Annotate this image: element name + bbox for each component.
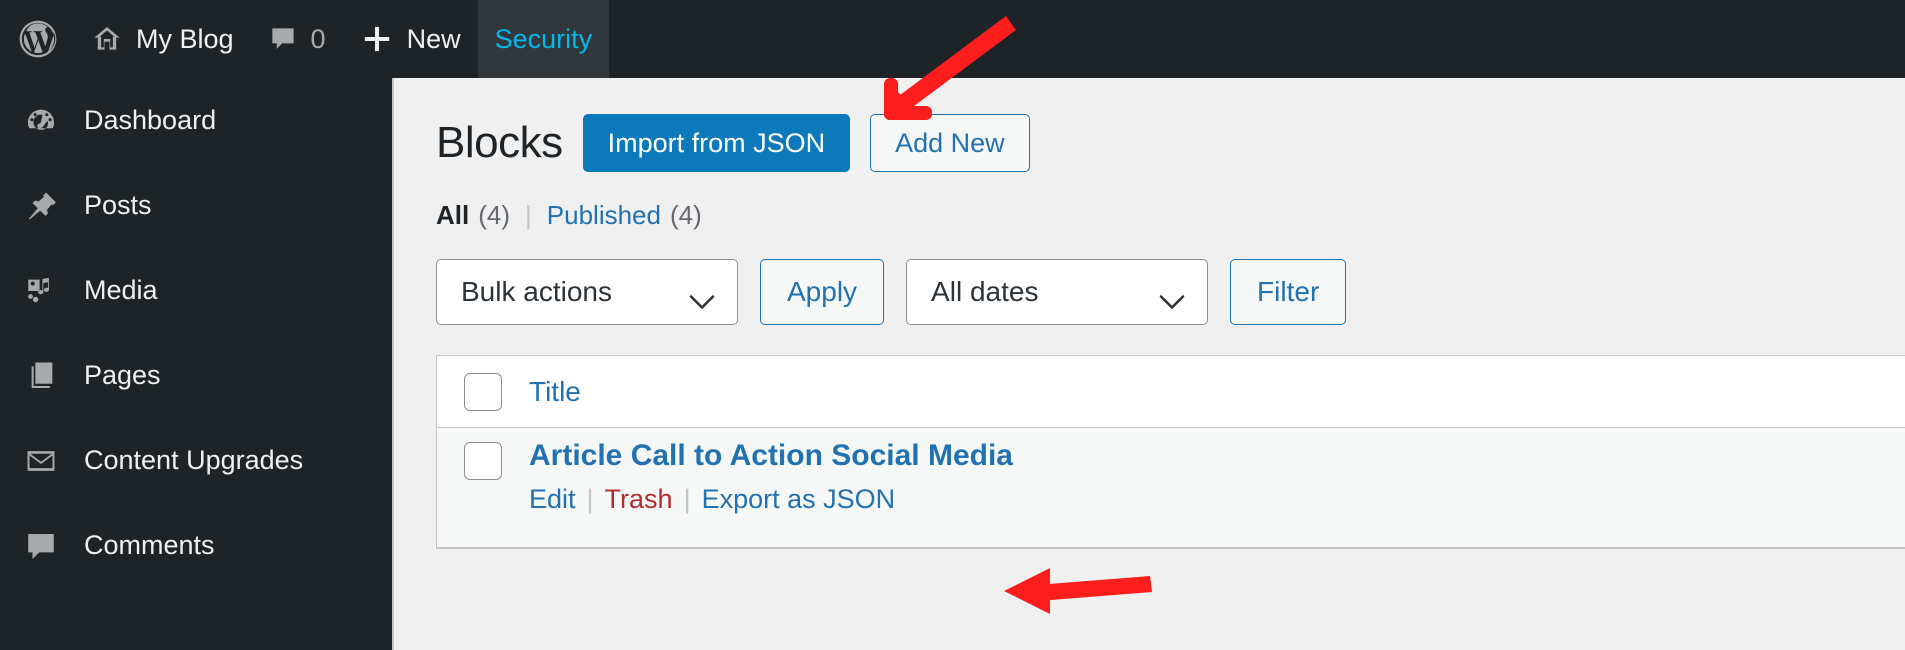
row-action-edit[interactable]: Edit (529, 484, 576, 515)
row-content: Article Call to Action Social Media Edit… (529, 438, 1905, 515)
table-row: Article Call to Action Social Media Edit… (437, 428, 1905, 548)
sidebar-item-pages[interactable]: Pages (0, 333, 392, 418)
site-name-menu[interactable]: My Blog (74, 0, 251, 78)
row-action-separator: | (586, 484, 594, 514)
sidebar-item-posts[interactable]: Posts (0, 163, 392, 248)
media-camera-music-icon (22, 274, 60, 308)
filter-link-published[interactable]: Published (547, 200, 661, 231)
select-all-cell (437, 372, 529, 411)
comments-menu[interactable]: 0 (251, 0, 343, 78)
comment-bubble-icon (22, 529, 60, 563)
column-header-title[interactable]: Title (529, 376, 581, 407)
wordpress-logo-button[interactable] (0, 0, 74, 78)
select-all-checkbox[interactable] (464, 372, 502, 411)
pages-stack-icon (22, 359, 60, 393)
home-icon (91, 23, 123, 55)
blocks-list-table: Title Article Call to Action Social Medi… (436, 355, 1905, 549)
table-header-row: Title (437, 356, 1905, 428)
comments-count: 0 (310, 23, 326, 54)
wp-admin-screen: My Blog 0 New Security Dashboard Posts M… (0, 0, 1905, 650)
main-content-area: Blocks Import from JSON Add New All (4) … (392, 78, 1905, 650)
admin-bar: My Blog 0 New Security (0, 0, 1905, 78)
import-from-json-button[interactable]: Import from JSON (582, 114, 851, 172)
row-select-checkbox[interactable] (464, 442, 502, 480)
status-filter-links: All (4) | Published (4) (436, 200, 1905, 231)
dashboard-gauge-icon (22, 104, 60, 138)
row-title-link[interactable]: Article Call to Action Social Media (529, 438, 1905, 474)
plus-icon (360, 22, 394, 56)
comment-bubble-icon (268, 24, 298, 54)
filter-count-published: (4) (669, 200, 702, 230)
row-select-cell (437, 438, 529, 480)
sidebar-item-label: Dashboard (84, 105, 217, 135)
sidebar-item-label: Content Upgrades (84, 445, 304, 475)
table-navigation-filters: Bulk actions Apply All dates Filter (436, 259, 1905, 325)
chevron-down-icon (689, 285, 715, 309)
sidebar-item-comments[interactable]: Comments (0, 503, 392, 588)
envelope-icon (22, 444, 60, 478)
date-filter-select[interactable]: All dates (906, 259, 1209, 325)
page-title: Blocks (436, 118, 563, 167)
new-label: New (406, 23, 461, 54)
row-actions: Edit | Trash | Export as JSON (529, 484, 1905, 515)
new-content-menu[interactable]: New (343, 0, 478, 78)
filter-link-all[interactable]: All (436, 200, 469, 231)
row-action-trash[interactable]: Trash (605, 484, 673, 515)
row-action-separator: | (683, 484, 691, 514)
admin-sidebar-menu: Dashboard Posts Media Pages Content Upgr… (0, 78, 392, 650)
sidebar-item-label: Media (84, 275, 158, 305)
security-menu[interactable]: Security (477, 0, 610, 78)
page-header: Blocks Import from JSON Add New (436, 112, 1905, 174)
bulk-actions-value: Bulk actions (461, 276, 612, 307)
date-filter-value: All dates (931, 276, 1039, 307)
sidebar-item-label: Posts (84, 190, 152, 220)
sidebar-item-label: Comments (84, 530, 215, 560)
filter-count-all: (4) (478, 200, 511, 230)
security-label: Security (494, 23, 593, 54)
chevron-down-icon (1159, 285, 1185, 309)
wordpress-logo-icon (16, 17, 60, 61)
site-name-label: My Blog (136, 23, 234, 54)
row-action-export-as-json[interactable]: Export as JSON (702, 484, 896, 515)
filter-button[interactable]: Filter (1230, 259, 1347, 325)
bulk-actions-select[interactable]: Bulk actions (436, 259, 738, 325)
sidebar-item-label: Pages (84, 360, 161, 390)
sidebar-item-media[interactable]: Media (0, 248, 392, 333)
sidebar-item-content-upgrades[interactable]: Content Upgrades (0, 418, 392, 503)
apply-button[interactable]: Apply (760, 259, 885, 325)
pushpin-icon (22, 189, 60, 223)
filter-separator: | (525, 200, 532, 230)
sidebar-item-dashboard[interactable]: Dashboard (0, 78, 392, 163)
add-new-button[interactable]: Add New (870, 114, 1030, 172)
column-header-title-cell: Title (529, 376, 1905, 408)
